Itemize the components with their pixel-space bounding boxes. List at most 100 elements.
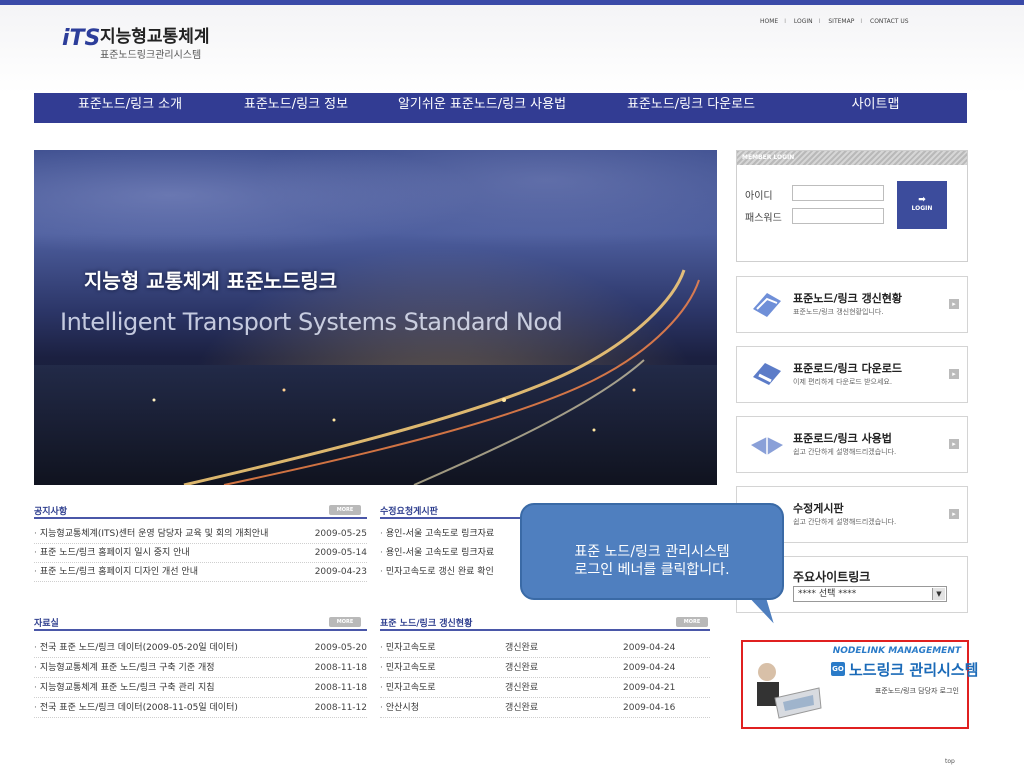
site-links-selected: **** 선택 **** (798, 589, 857, 599)
library-link[interactable]: 전국 표준 노드/링크 데이터(2008-11-05일 데이터) (40, 703, 238, 713)
request-row: · 민자고속도로 갱신 완료 확인 (380, 567, 494, 577)
nav-usage[interactable]: 알기쉬운 표준노드/링크 사용법 (366, 93, 598, 123)
arrow-right-icon: ▸ (949, 439, 959, 449)
status-link[interactable]: 안산시청 (386, 703, 419, 713)
request-link[interactable]: 용인-서울 고속도로 링크자료 (386, 548, 494, 558)
go-icon: GO (831, 662, 845, 676)
library-title: 자료실 (34, 619, 59, 629)
library-date: 2008-11-18 (314, 683, 367, 693)
banner-english-title: NODELINK MANAGEMENT (832, 646, 961, 656)
quick-title: 표준로드/링크 사용법 (793, 432, 892, 445)
notice-row: · 표준 노드/링크 홈페이지 일시 중지 안내 2009-05-14 (34, 545, 367, 563)
request-title: 수정요청게시판 (380, 507, 438, 517)
sitemap-link[interactable]: SITEMAP (828, 18, 854, 25)
callout-line-2: 로그인 베너를 클릭합니다. (574, 562, 730, 578)
login-arrow-icon: ➡ (918, 195, 926, 205)
contact-link[interactable]: CONTACT US (870, 18, 909, 25)
banner-subtitle: 표준노드/링크 담당자 로그인 (874, 687, 959, 695)
site-links-title: 주요사이트링크 (793, 570, 871, 584)
status-date: 2009-04-21 (623, 683, 676, 693)
instruction-callout: 표준 노드/링크 관리시스템 로그인 베너를 클릭합니다. (520, 503, 784, 600)
quick-title: 표준노드/링크 갱신현황 (793, 292, 903, 305)
status-row: · 민자고속도로 갱신완료 2009-04-21 (380, 680, 710, 698)
nav-info[interactable]: 표준노드/링크 정보 (226, 93, 366, 123)
nodelink-management-login-banner[interactable]: NODELINK MANAGEMENT GO 노드링크 관리시스템 표준노드/링… (741, 640, 978, 729)
status-link[interactable]: 민자고속도로 (386, 663, 436, 673)
home-link[interactable]: HOME (760, 18, 778, 25)
login-button[interactable]: ➡ LOGIN (897, 181, 947, 229)
quick-subtitle: 표준노드/링크 갱신현황입니다. (793, 308, 884, 316)
library-date: 2009-05-20 (314, 643, 367, 653)
library-link[interactable]: 지능형교통체계 표준 노드/링크 구축 관리 지침 (40, 683, 215, 693)
library-more-button[interactable]: MORE (329, 617, 361, 627)
status-more-button[interactable]: MORE (676, 617, 708, 627)
status-title: 표준 노드/링크 갱신현황 (380, 619, 473, 629)
library-link[interactable]: 지능형교통체계 표준 노드/링크 구축 기준 개정 (40, 663, 215, 673)
nav-download[interactable]: 표준노드/링크 다운로드 (598, 93, 784, 123)
quick-link-usage[interactable]: 표준로드/링크 사용법 쉽고 간단하게 설명해드리겠습니다. ▸ (736, 416, 968, 473)
utility-links: HOME I LOGIN I SITEMAP I CONTACT US (760, 18, 909, 25)
password-input[interactable] (792, 208, 884, 224)
callout-line-1: 표준 노드/링크 관리시스템 (574, 544, 730, 560)
id-input[interactable] (792, 185, 884, 201)
password-label: 패스워드 (745, 213, 782, 224)
library-row: · 지능형교통체계 표준 노드/링크 구축 기준 개정 2008-11-18 (34, 660, 367, 678)
quick-link-update-status[interactable]: 표준노드/링크 갱신현황 표준노드/링크 갱신현황입니다. ▸ (736, 276, 968, 333)
banner-title: 노드링크 관리시스템 (849, 661, 979, 679)
notice-date: 2009-05-25 (314, 529, 367, 539)
nav-sitemap[interactable]: 사이트맵 (784, 93, 967, 123)
quick-subtitle: 쉽고 간단하게 설명해드리겠습니다. (793, 448, 897, 456)
update-icon (753, 293, 781, 317)
notice-row: · 표준 노드/링크 홈페이지 디자인 개선 안내 2009-04-23 (34, 564, 367, 582)
library-link[interactable]: 전국 표준 노드/링크 데이터(2009-05-20일 데이터) (40, 643, 238, 653)
arrow-right-icon: ▸ (949, 509, 959, 519)
quick-title: 수정게시판 (793, 502, 844, 515)
back-to-top-link[interactable]: top (945, 758, 955, 765)
login-button-label: LOGIN (911, 205, 933, 212)
book-icon (751, 437, 783, 455)
update-status-board: 표준 노드/링크 갱신현황 MORE · 민자고속도로 갱신완료 2009-04-24… (380, 616, 710, 726)
status-state: 갱신완료 (505, 643, 539, 653)
arrow-right-icon: ▸ (949, 299, 959, 309)
status-state: 갱신완료 (505, 683, 539, 693)
status-row: · 민자고속도로 갱신완료 2009-04-24 (380, 660, 710, 678)
library-date: 2008-11-18 (314, 663, 367, 673)
status-row: · 민자고속도로 갱신완료 2009-04-24 (380, 640, 710, 658)
quick-title: 표준로드/링크 다운로드 (793, 362, 903, 375)
status-link[interactable]: 민자고속도로 (386, 643, 436, 653)
notice-link[interactable]: 표준 노드/링크 홈페이지 디자인 개선 안내 (40, 567, 198, 577)
status-date: 2009-04-24 (623, 643, 676, 653)
arrow-right-icon: ▸ (949, 369, 959, 379)
library-row: · 전국 표준 노드/링크 데이터(2009-05-20일 데이터) 2009-05… (34, 640, 367, 658)
notice-more-button[interactable]: MORE (329, 505, 361, 515)
site-title: 지능형교통체계 (100, 27, 210, 47)
status-state: 갱신완료 (505, 703, 539, 713)
status-state: 갱신완료 (505, 663, 539, 673)
notice-date: 2009-04-23 (314, 567, 367, 577)
request-link[interactable]: 민자고속도로 갱신 완료 확인 (386, 567, 494, 577)
status-link[interactable]: 민자고속도로 (386, 683, 436, 693)
divider (34, 629, 367, 631)
notice-date: 2009-05-14 (314, 548, 367, 558)
status-row: · 안산시청 갱신완료 2009-04-16 (380, 700, 710, 718)
request-row: · 용인-서울 고속도로 링크자료 (380, 548, 495, 558)
hero-banner: 지능형 교통체계 표준노드링크 Intelligent Transport Sy… (34, 150, 717, 485)
notice-row: · 지능형교통체계(ITS)센터 운영 담당자 교육 및 회의 개최안내 2009-… (34, 526, 367, 544)
site-subtitle: 표준노드링크관리시스템 (100, 50, 202, 61)
hero-title: 지능형 교통체계 표준노드링크 (84, 269, 338, 293)
site-links-select[interactable]: **** 선택 **** ▼ (793, 586, 947, 602)
nav-intro[interactable]: 표준노드/링크 소개 (34, 93, 226, 123)
library-date: 2008-11-12 (314, 703, 367, 713)
quick-subtitle: 이제 편리하게 다운로드 받으세요. (793, 378, 893, 386)
divider (380, 629, 710, 631)
notice-link[interactable]: 지능형교통체계(ITS)센터 운영 담당자 교육 및 회의 개최안내 (40, 529, 269, 539)
callout-text: 표준 노드/링크 관리시스템 로그인 베너를 클릭합니다. (522, 543, 782, 579)
divider (34, 517, 367, 519)
request-link[interactable]: 용인-서울 고속도로 링크자료 (386, 529, 494, 539)
login-header: MEMBER LOGIN (737, 151, 967, 165)
main-nav: 표준노드/링크 소개 표준노드/링크 정보 알기쉬운 표준노드/링크 사용법 표… (34, 93, 967, 123)
library-board: 자료실 MORE · 전국 표준 노드/링크 데이터(2009-05-20일 데이… (34, 616, 367, 726)
quick-link-download[interactable]: 표준로드/링크 다운로드 이제 편리하게 다운로드 받으세요. ▸ (736, 346, 968, 403)
login-link[interactable]: LOGIN (794, 18, 813, 25)
notice-link[interactable]: 표준 노드/링크 홈페이지 일시 중지 안내 (40, 548, 190, 558)
